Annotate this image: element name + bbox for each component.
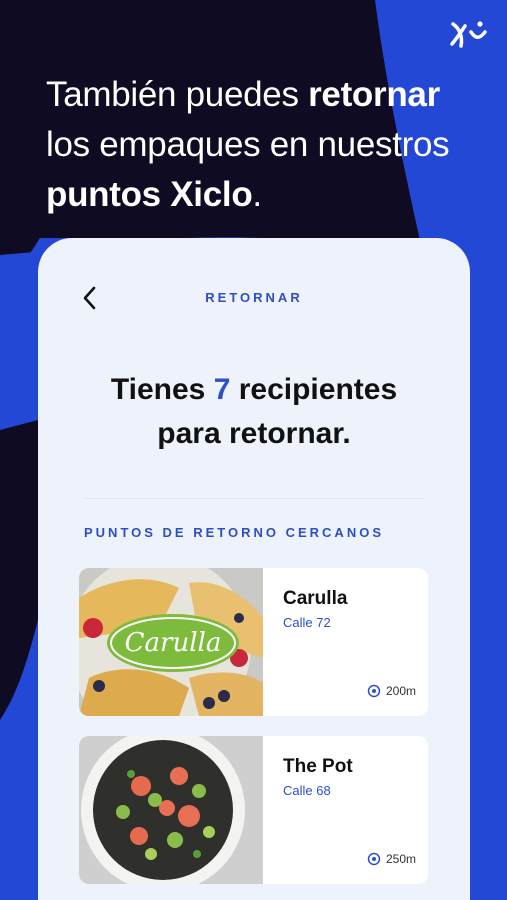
point-distance: 250m [367,852,416,866]
count-line2: para retornar. [157,417,351,450]
headline-text: . [252,175,262,214]
location-pin-icon [367,852,381,866]
carulla-image: Carulla [79,568,263,716]
distance-value: 250m [385,852,416,866]
headline-text: los empaques en nuestros [46,125,450,164]
location-pin-icon [367,684,381,698]
point-name: Carulla [283,588,348,609]
the-pot-image [79,736,263,884]
carulla-logo-text: Carulla [125,628,222,658]
screen-title: RETORNAR [205,290,303,305]
point-name: The Pot [283,756,353,777]
point-distance: 200m [367,684,416,698]
headline-text: También puedes [46,75,309,114]
return-point-card[interactable]: The Pot Calle 68 250m [79,736,428,884]
headline-bold-retornar: retornar [308,75,440,114]
return-count-text: Tienes 7 recipientes para retornar. [38,368,470,456]
section-label: PUNTOS DE RETORNO CERCANOS [84,525,384,540]
phone-screen: RETORNAR Tienes 7 recipientes para retor… [38,238,470,900]
return-point-card[interactable]: Carulla Carulla Calle 72 200m [79,568,428,716]
count-prefix: Tienes [110,373,214,406]
headline: También puedes retornar los empaques en … [46,70,486,220]
point-address: Calle 72 [283,615,331,630]
count-suffix: recipientes [230,373,398,406]
distance-value: 200m [385,684,416,698]
point-address: Calle 68 [283,783,331,798]
xiclo-logo [450,21,487,48]
divider [84,498,424,499]
headline-bold-puntos: puntos Xiclo [46,175,253,214]
container-count: 7 [213,373,231,406]
